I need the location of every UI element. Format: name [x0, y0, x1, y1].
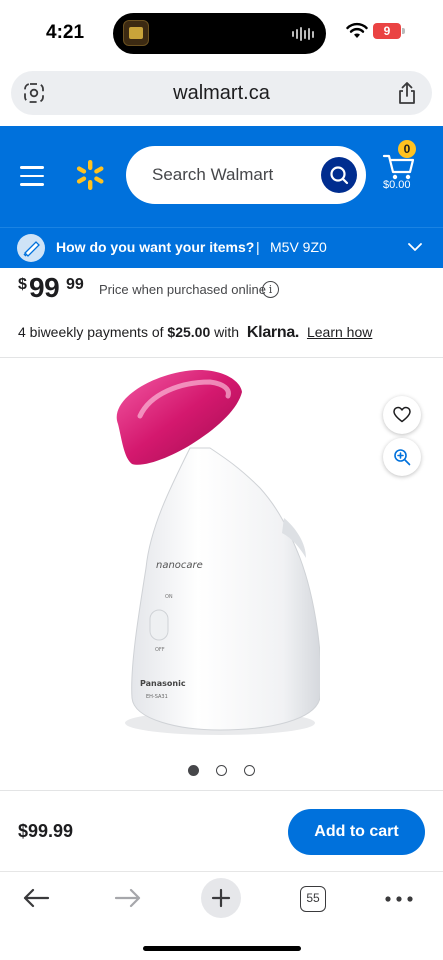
carousel-dot-active[interactable] — [188, 765, 199, 776]
delivery-icon — [17, 234, 45, 262]
carousel-dot[interactable] — [216, 765, 227, 776]
add-to-cart-button[interactable]: Add to cart — [288, 809, 425, 855]
battery-tip — [402, 28, 405, 34]
now-playing-app-icon — [123, 20, 149, 46]
search-icon — [330, 166, 349, 185]
info-icon[interactable]: i — [262, 281, 279, 298]
wifi-icon — [346, 22, 368, 38]
financing-prefix: 4 biweekly payments of — [18, 324, 168, 340]
plus-icon — [211, 888, 231, 908]
learn-how-link[interactable]: Learn how — [307, 324, 372, 340]
price-cents: 99 — [66, 276, 84, 293]
price-currency: $ — [18, 276, 27, 293]
status-bar: 4:21 9 — [0, 0, 443, 66]
divider — [0, 790, 443, 791]
battery-indicator: 9 — [373, 23, 401, 39]
zoom-in-icon — [394, 449, 411, 466]
walmart-spark-logo[interactable] — [74, 159, 106, 191]
product-model-text: EH-SA31 — [146, 694, 168, 700]
menu-icon[interactable] — [20, 166, 44, 186]
klarna-logo: Klarna. — [246, 324, 300, 341]
new-tab-button[interactable] — [201, 878, 241, 918]
delivery-question: How do you want your items? — [56, 239, 255, 255]
forward-arrow-icon[interactable] — [114, 886, 142, 910]
divider — [0, 357, 443, 358]
browser-toolbar: 55 — [0, 871, 443, 960]
price-whole: 99 — [29, 272, 60, 303]
fulfillment-selector[interactable]: How do you want your items? | M5V 9Z0 — [0, 227, 443, 268]
search-input[interactable]: Search Walmart — [126, 146, 366, 204]
price-note: Price when purchased online — [99, 282, 266, 297]
carousel-dot[interactable] — [244, 765, 255, 776]
postal-code: M5V 9Z0 — [270, 239, 327, 255]
delivery-separator: | — [256, 239, 260, 255]
product-switch-off: OFF — [155, 647, 165, 653]
heart-icon — [393, 406, 411, 423]
image-carousel-dots — [188, 765, 255, 776]
home-indicator — [143, 946, 301, 951]
address-bar[interactable]: walmart.ca — [11, 71, 432, 115]
status-time: 4:21 — [46, 22, 85, 43]
search-placeholder: Search Walmart — [152, 165, 274, 184]
cart-count-badge: 0 — [398, 140, 416, 158]
search-button[interactable] — [321, 157, 357, 193]
back-arrow-icon[interactable] — [22, 886, 50, 910]
share-icon[interactable] — [396, 81, 418, 105]
financing-offer: 4 biweekly payments of $25.00 with Klarn… — [18, 324, 372, 342]
product-brand-text: nanocare — [156, 560, 203, 571]
cart-total: $0.00 — [383, 179, 411, 191]
sticky-price: $99.99 — [18, 821, 74, 841]
financing-amount: $25.00 — [167, 324, 211, 340]
site-header: Search Walmart 0 $0.00 — [0, 126, 443, 227]
favorite-button[interactable] — [383, 396, 421, 434]
audio-bars-icon — [292, 27, 314, 41]
product-maker-text: Panasonic — [140, 679, 186, 688]
product-switch-on: ON — [165, 594, 173, 600]
chevron-down-icon[interactable] — [408, 241, 422, 253]
zoom-button[interactable] — [383, 438, 421, 476]
tab-switcher-button[interactable]: 55 — [300, 886, 326, 912]
product-image[interactable]: nanocare ON OFF Panasonic EH-SA31 — [110, 368, 320, 744]
more-options-icon[interactable] — [385, 896, 413, 902]
financing-with: with — [210, 324, 243, 340]
url-text[interactable]: walmart.ca — [11, 82, 432, 105]
dynamic-island — [113, 13, 326, 54]
